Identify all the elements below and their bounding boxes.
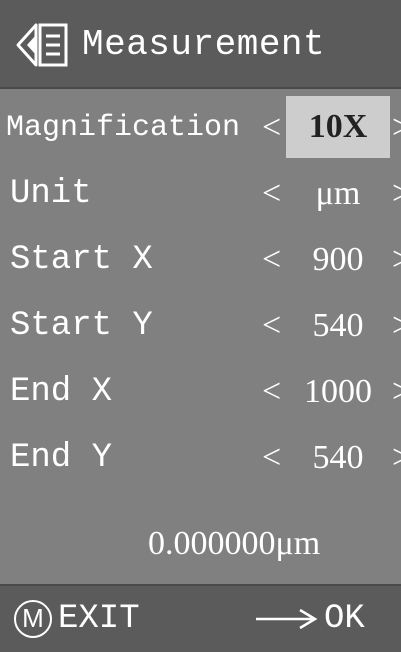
setting-label: Start Y [10,307,153,345]
increase-arrow[interactable]: > [392,226,401,294]
setting-row-start-y[interactable]: Start Y < 540 > [0,292,401,360]
setting-value[interactable]: 10X [286,96,390,158]
decrease-arrow[interactable]: < [262,94,281,162]
setting-row-start-x[interactable]: Start X < 900 > [0,226,401,294]
increase-arrow[interactable]: > [392,424,401,492]
ok-label[interactable]: OK [324,586,365,652]
setting-value[interactable]: μm [286,160,390,228]
setting-row-magnification[interactable]: Magnification < 10X > [0,94,401,162]
arrow-right-icon [256,608,318,630]
increase-arrow[interactable]: > [392,292,401,360]
header-bar: Measurement [0,0,401,89]
page-title: Measurement [82,24,326,65]
setting-row-end-y[interactable]: End Y < 540 > [0,424,401,492]
measurement-result: 0.000000μm [148,525,321,562]
setting-label: Unit [10,175,92,213]
decrease-arrow[interactable]: < [262,160,281,228]
setting-label: Magnification [6,111,241,145]
setting-label: End Y [10,439,113,477]
setting-value[interactable]: 900 [286,226,390,294]
back-icon[interactable] [14,22,72,68]
increase-arrow[interactable]: > [392,94,401,162]
m-button-icon[interactable]: M [14,600,52,638]
decrease-arrow[interactable]: < [262,226,281,294]
setting-label: End X [10,373,113,411]
setting-row-end-x[interactable]: End X < 1000 > [0,358,401,426]
footer-bar: M EXIT OK [0,584,401,652]
exit-label[interactable]: EXIT [58,586,140,652]
setting-value[interactable]: 1000 [286,358,390,426]
decrease-arrow[interactable]: < [262,424,281,492]
setting-value[interactable]: 540 [286,292,390,360]
increase-arrow[interactable]: > [392,358,401,426]
setting-row-unit[interactable]: Unit < μm > [0,160,401,228]
decrease-arrow[interactable]: < [262,292,281,360]
decrease-arrow[interactable]: < [262,358,281,426]
setting-value[interactable]: 540 [286,424,390,492]
setting-label: Start X [10,241,153,279]
increase-arrow[interactable]: > [392,160,401,228]
